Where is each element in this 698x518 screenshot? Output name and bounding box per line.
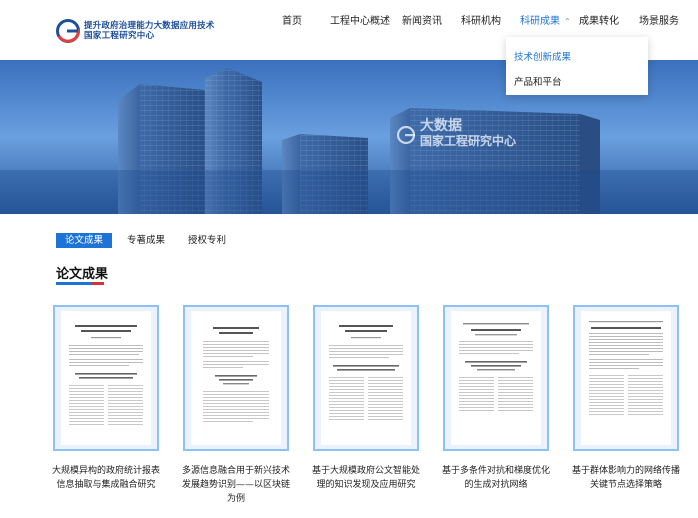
paper-thumbnail[interactable]	[53, 305, 159, 451]
paper-title[interactable]: 基于多条件对抗和梯度优化的生成对抗网络	[441, 464, 551, 492]
paper-card[interactable]: 大规模异构的政府统计报表信息抽取与集成融合研究	[52, 305, 160, 490]
nav-research-institutes[interactable]: 科研机构	[461, 12, 501, 27]
building-sign-line2: 国家工程研究中心	[420, 134, 517, 148]
section-title: 论文成果	[56, 267, 109, 282]
tab-patents[interactable]: 授权专利	[188, 233, 226, 248]
dropdown-item-products-platforms[interactable]: 产品和平台	[514, 74, 562, 88]
logo-subtitle: 国家工程研究中心	[84, 31, 155, 41]
nav-news[interactable]: 新闻资讯	[402, 12, 442, 27]
site-logo[interactable]: 提升政府治理能力大数据应用技术 国家工程研究中心	[56, 19, 215, 43]
tab-papers[interactable]: 论文成果	[56, 233, 113, 248]
paper-card[interactable]: 基于大规模政府公文智能处理的知识发现及应用研究	[312, 305, 420, 490]
paper-thumbnail[interactable]	[443, 305, 549, 451]
paper-page-image	[321, 311, 411, 445]
paper-card[interactable]: 多源信息融合用于新兴技术发展趋势识别——以区块链为例	[182, 305, 290, 504]
nav-center-overview[interactable]: 工程中心概述	[330, 12, 390, 27]
dropdown-item-tech-innovation[interactable]: 技术创新成果	[514, 49, 571, 63]
logo-icon	[56, 19, 80, 43]
paper-page-image	[451, 311, 541, 445]
chevron-down-icon: ⌃	[564, 17, 571, 26]
paper-thumbnail[interactable]	[183, 305, 289, 451]
paper-title[interactable]: 多源信息融合用于新兴技术发展趋势识别——以区块链为例	[181, 464, 291, 506]
logo-title: 提升政府治理能力大数据应用技术	[84, 21, 215, 31]
paper-title[interactable]: 基于大规模政府公文智能处理的知识发现及应用研究	[311, 464, 421, 492]
nav-achievement-transfer[interactable]: 成果转化	[579, 12, 619, 27]
paper-title[interactable]: 大规模异构的政府统计报表信息抽取与集成融合研究	[51, 464, 161, 492]
nav-home[interactable]: 首页	[282, 12, 302, 27]
research-results-dropdown: 技术创新成果 产品和平台	[506, 37, 648, 95]
nav-research-results-label: 科研成果	[520, 16, 560, 27]
building-sign-line1: 大数据	[420, 118, 462, 134]
tab-monographs[interactable]: 专著成果	[127, 233, 165, 248]
building-sign: 大数据 国家工程研究中心	[420, 118, 516, 148]
paper-thumbnail[interactable]	[313, 305, 419, 451]
paper-page-image	[61, 311, 151, 445]
paper-page-image	[581, 311, 671, 445]
paper-card[interactable]: 基于群体影响力的网络传播关键节点选择策略	[572, 305, 680, 490]
paper-page-image	[191, 311, 281, 445]
paper-thumbnail[interactable]	[573, 305, 679, 451]
nav-scenario-services[interactable]: 场景服务	[639, 12, 679, 27]
paper-title[interactable]: 基于群体影响力的网络传播关键节点选择策略	[571, 464, 681, 492]
nav-research-results[interactable]: 科研成果 ⌃	[520, 12, 571, 27]
paper-card[interactable]: 基于多条件对抗和梯度优化的生成对抗网络	[442, 305, 550, 490]
section-underline-accent	[92, 282, 104, 285]
